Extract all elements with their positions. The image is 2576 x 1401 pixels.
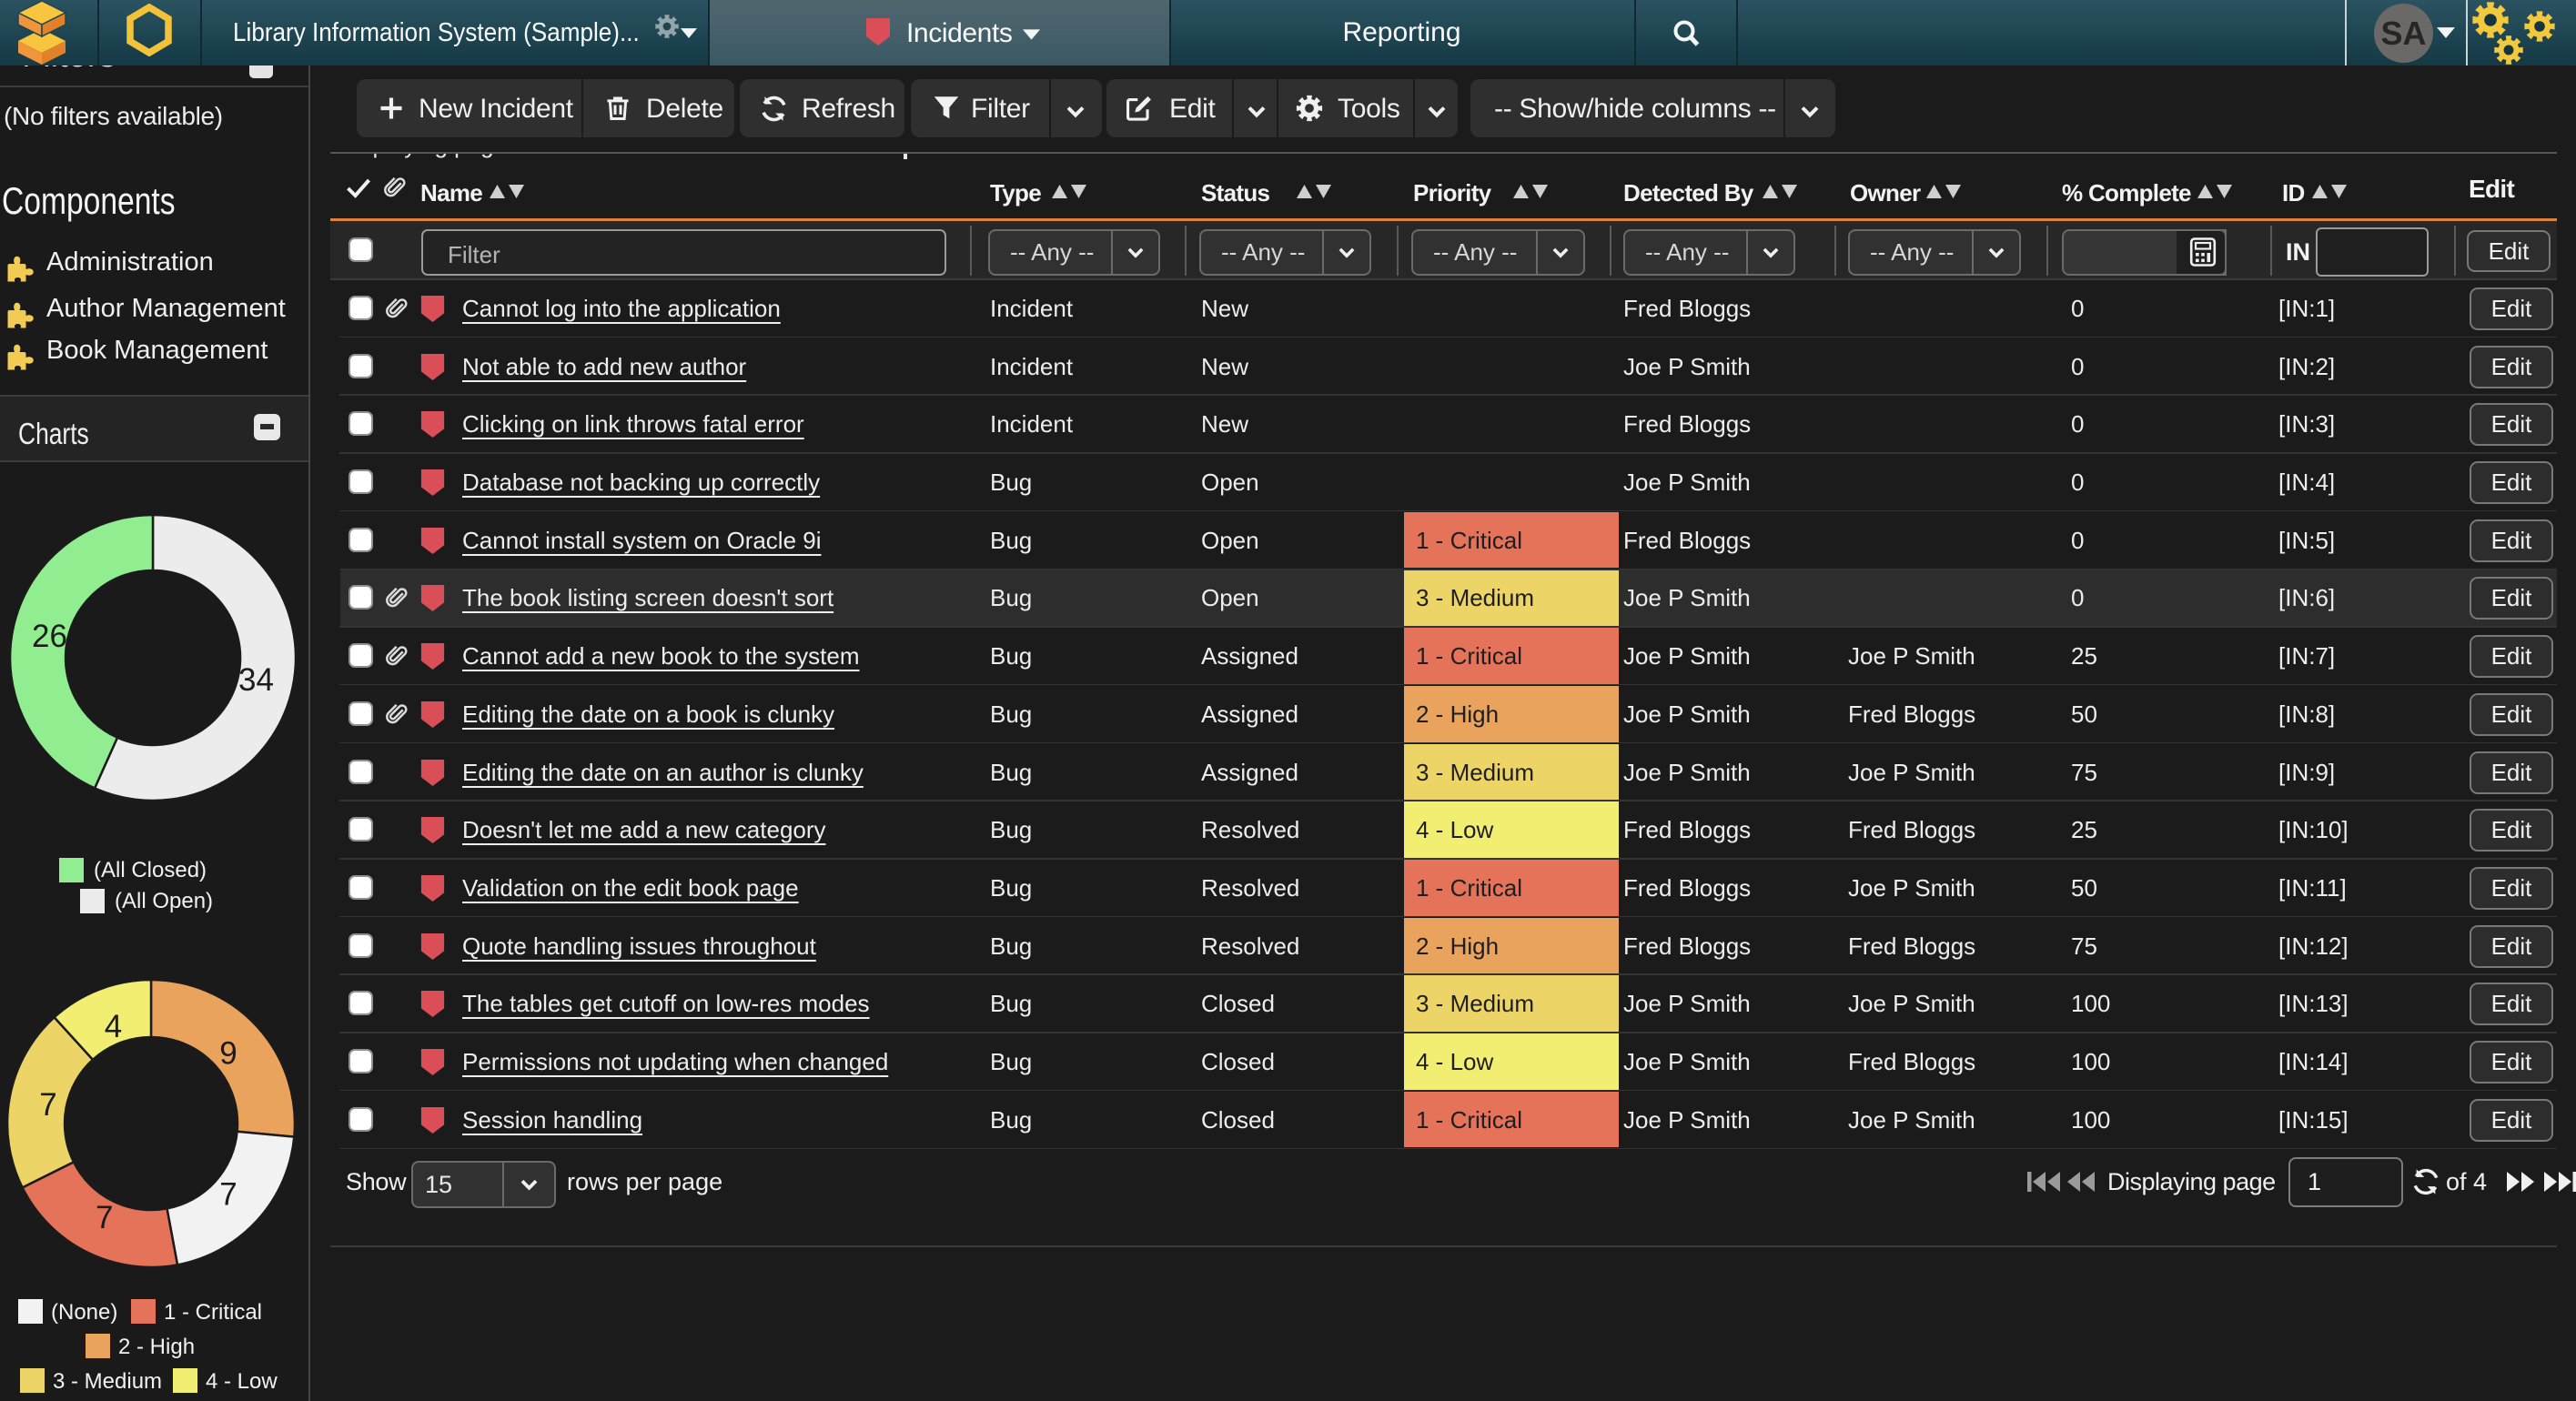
svg-text:7: 7: [39, 1087, 56, 1123]
svg-text:9: 9: [219, 1036, 237, 1072]
svg-text:26: 26: [32, 619, 67, 654]
svg-text:7: 7: [96, 1200, 113, 1235]
svg-text:34: 34: [238, 662, 274, 698]
svg-text:7: 7: [219, 1177, 237, 1213]
svg-text:4: 4: [105, 1009, 122, 1044]
